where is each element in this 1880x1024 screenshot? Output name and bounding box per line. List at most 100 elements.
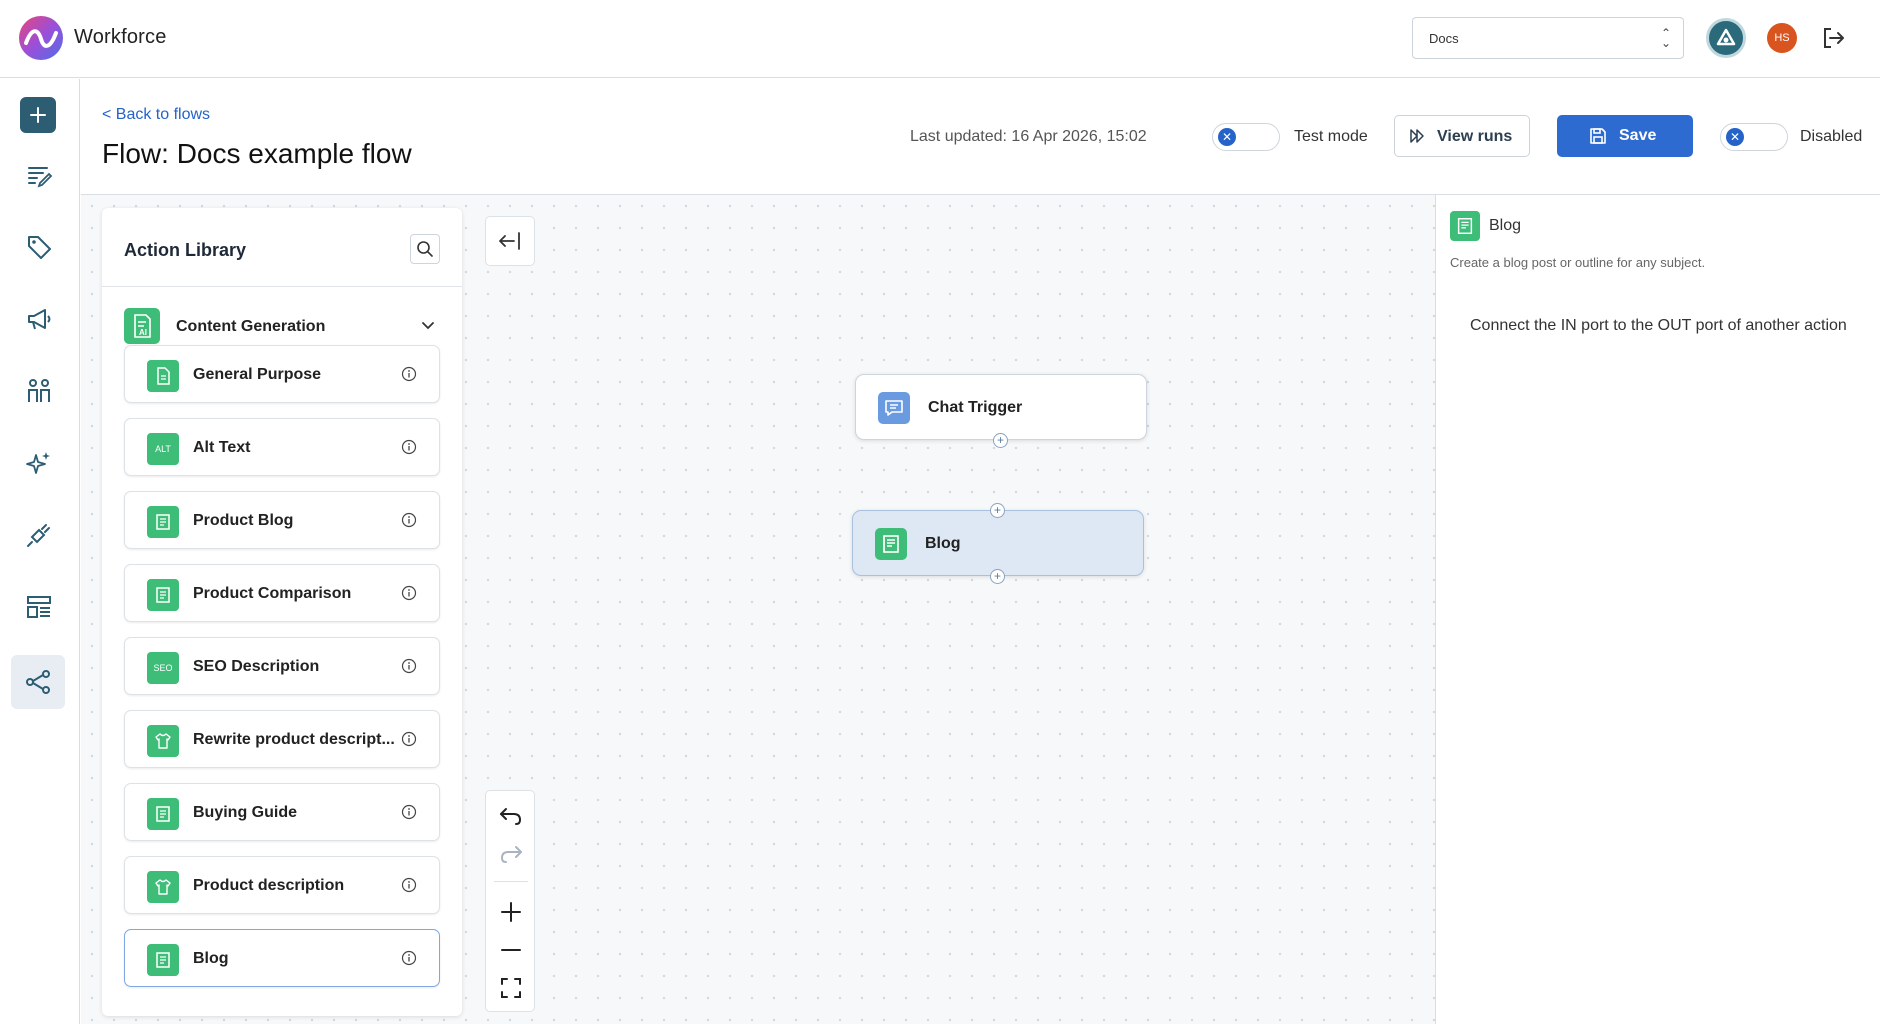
library-item[interactable]: Rewrite product descript... <box>124 710 440 768</box>
library-item-label: SEO Description <box>193 658 320 675</box>
action-library-panel: Action Library AI Content Generation Gen… <box>102 208 462 1016</box>
svg-text:AI: AI <box>139 328 147 337</box>
chevron-down-icon[interactable] <box>420 318 436 334</box>
sidebar-item-integrations[interactable] <box>19 515 59 555</box>
page-title-name: Docs example flow <box>176 138 412 169</box>
undo-icon[interactable] <box>498 803 524 829</box>
top-bar: Workforce Docs ⌃ ⌄ HS <box>0 0 1880 78</box>
sidebar-item-campaigns[interactable] <box>19 299 59 339</box>
users-icon <box>28 379 50 402</box>
redo-icon[interactable] <box>498 841 524 867</box>
flow-share-icon <box>26 670 50 694</box>
blog-icon <box>147 944 179 976</box>
library-item-label: General Purpose <box>193 366 322 383</box>
test-mode-toggle[interactable]: ✕ <box>1212 123 1280 151</box>
blog-icon <box>1450 211 1480 241</box>
library-item[interactable]: Blog <box>124 929 440 987</box>
info-icon[interactable] <box>401 658 417 674</box>
sidebar-item-users[interactable] <box>19 371 59 411</box>
create-new-button[interactable] <box>20 97 56 133</box>
flow-status-label: Disabled <box>1800 128 1863 145</box>
in-port[interactable]: + <box>990 503 1005 518</box>
info-icon[interactable] <box>401 585 417 601</box>
collapse-library-button[interactable] <box>485 216 535 266</box>
out-port[interactable]: + <box>990 569 1005 584</box>
search-icon <box>417 241 433 257</box>
last-updated-value: 16 Apr 2026, 15:02 <box>1011 128 1147 145</box>
library-item[interactable]: SEO SEO Description <box>124 637 440 695</box>
page-title-prefix: Flow: <box>102 138 169 169</box>
workforce-logo-icon[interactable] <box>18 15 64 61</box>
info-icon[interactable] <box>401 512 417 528</box>
save-label: Save <box>1619 127 1657 144</box>
panel-title: Blog <box>1489 217 1522 234</box>
library-item[interactable]: Product description <box>124 856 440 914</box>
node-label: Chat Trigger <box>928 399 1023 416</box>
library-item-label: Rewrite product descript... <box>193 731 395 748</box>
icon-badge-text: SEO <box>153 663 173 673</box>
action-library-title: Action Library <box>124 240 247 260</box>
info-icon[interactable] <box>401 877 417 893</box>
icon-badge-text: ALT <box>155 444 171 454</box>
info-icon[interactable] <box>401 804 417 820</box>
library-item[interactable]: General Purpose <box>124 345 440 403</box>
page-title: Flow: Docs example flow <box>102 138 412 170</box>
sidebar-item-flows[interactable] <box>11 655 65 709</box>
shirt-icon <box>147 871 179 903</box>
save-button[interactable]: Save <box>1557 115 1693 157</box>
library-search-button[interactable] <box>410 234 440 264</box>
library-item[interactable]: Buying Guide <box>124 783 440 841</box>
sidebar-nav <box>0 79 80 1024</box>
library-item[interactable]: Product Comparison <box>124 564 440 622</box>
seo-icon: SEO <box>147 652 179 684</box>
info-icon[interactable] <box>401 731 417 747</box>
workspace-select[interactable]: Docs ⌃ ⌄ <box>1412 17 1684 59</box>
sidebar-item-content[interactable] <box>19 155 59 195</box>
library-item-label: Product Comparison <box>193 585 352 602</box>
chat-icon <box>878 392 910 424</box>
layout-icon <box>27 596 51 618</box>
library-item[interactable]: Product Blog <box>124 491 440 549</box>
library-item-label: Product Blog <box>193 512 294 529</box>
up-down-chevron-icon: ⌃ ⌄ <box>1660 26 1671 50</box>
zoom-in-icon[interactable] <box>498 899 524 925</box>
last-updated: Last updated: 16 Apr 2026, 15:02 <box>910 128 1147 146</box>
megaphone-icon <box>28 309 51 330</box>
out-port[interactable]: + <box>993 433 1008 448</box>
sidebar-item-tags[interactable] <box>19 227 59 267</box>
workspace-select-value: Docs <box>1429 31 1459 46</box>
blog-icon <box>875 528 907 560</box>
organization-icon[interactable] <box>1706 18 1746 58</box>
zoom-out-icon[interactable] <box>498 937 524 963</box>
info-icon[interactable] <box>401 439 417 455</box>
fit-view-icon[interactable] <box>498 975 524 1001</box>
library-item[interactable]: ALT Alt Text <box>124 418 440 476</box>
canvas-controls <box>485 790 535 1012</box>
logout-icon[interactable] <box>1820 25 1846 51</box>
view-runs-button[interactable]: View runs <box>1394 115 1530 157</box>
shirt-icon <box>147 725 179 757</box>
library-item-label: Alt Text <box>193 439 251 456</box>
category-content-generation[interactable]: Content Generation <box>176 318 325 336</box>
toggle-off-icon: ✕ <box>1726 128 1744 146</box>
content-edit-icon <box>28 167 53 188</box>
flow-node-chat-trigger[interactable]: Chat Trigger + <box>855 374 1147 448</box>
library-item-label: Product description <box>193 877 345 894</box>
app-name: Workforce <box>74 26 167 48</box>
info-icon[interactable] <box>401 950 417 966</box>
flow-enabled-toggle[interactable]: ✕ <box>1720 123 1788 151</box>
node-label: Blog <box>925 535 961 552</box>
user-avatar[interactable]: HS <box>1767 23 1797 53</box>
toggle-off-icon: ✕ <box>1218 128 1236 146</box>
sidebar-item-layouts[interactable] <box>19 587 59 627</box>
sidebar-item-ai[interactable] <box>19 443 59 483</box>
info-icon[interactable] <box>401 366 417 382</box>
flow-node-blog[interactable]: + Blog + <box>852 503 1144 584</box>
blog-icon <box>147 579 179 611</box>
divider <box>494 881 528 882</box>
test-mode-label: Test mode <box>1294 128 1368 145</box>
view-runs-label: View runs <box>1437 128 1513 145</box>
panel-description: Create a blog post or outline for any su… <box>1450 255 1706 270</box>
back-to-flows-link[interactable]: < Back to flows <box>102 106 210 124</box>
sparkle-icon <box>26 452 50 474</box>
